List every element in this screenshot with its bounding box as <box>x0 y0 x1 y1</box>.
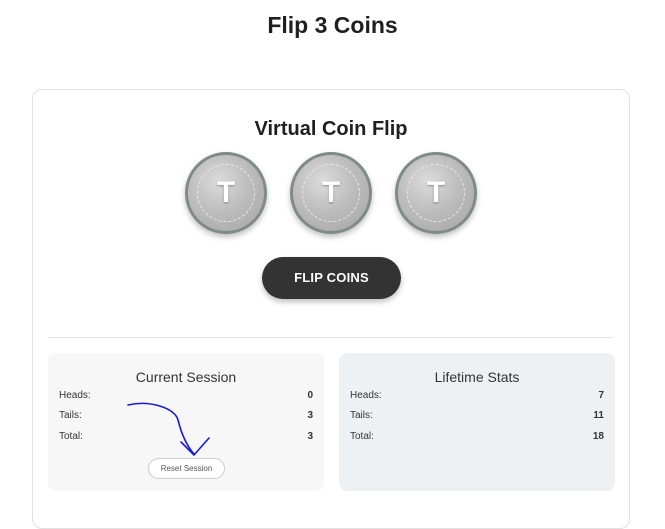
coin-1: T <box>185 152 267 234</box>
current-session-title: Current Session <box>135 369 237 385</box>
stat-row-heads: Heads: 7 <box>350 390 604 404</box>
stat-row-tails: Tails: 3 <box>59 410 313 424</box>
card-title: Virtual Coin Flip <box>254 118 408 140</box>
stat-value: 3 <box>307 431 313 442</box>
stat-row-tails: Tails: 11 <box>350 410 604 424</box>
stat-row-total: Total: 18 <box>350 431 604 445</box>
stat-label: Tails: <box>59 410 82 421</box>
stat-value: 11 <box>593 410 604 421</box>
coin-face-label: T <box>216 176 236 209</box>
stat-value: 0 <box>307 390 313 401</box>
current-session-panel: Current Session Heads: 0 Tails: 3 Total:… <box>48 353 324 491</box>
coin-face-label: T <box>426 176 446 209</box>
stat-label: Total: <box>350 431 374 442</box>
stat-row-total: Total: 3 <box>59 431 313 445</box>
stat-label: Tails: <box>350 410 373 421</box>
coin-3: T <box>395 152 477 234</box>
stat-value: 7 <box>598 390 604 401</box>
divider <box>48 337 614 338</box>
lifetime-stats-title: Lifetime Stats <box>434 369 520 385</box>
page-title: Flip 3 Coins <box>267 12 398 38</box>
stat-value: 3 <box>307 410 313 421</box>
stat-row-heads: Heads: 0 <box>59 390 313 404</box>
stat-label: Total: <box>59 431 83 442</box>
stat-label: Heads: <box>59 390 91 401</box>
stat-value: 18 <box>592 431 604 442</box>
coin-face-label: T <box>321 176 341 209</box>
coin-2: T <box>290 152 372 234</box>
stat-label: Heads: <box>350 390 382 401</box>
flip-coins-button[interactable]: FLIP COINS <box>262 257 401 299</box>
reset-session-button[interactable]: Reset Session <box>148 458 225 479</box>
coin-flip-card: Virtual Coin Flip T T T FLIP COINS Curre… <box>32 89 630 529</box>
lifetime-stats-panel: Lifetime Stats Heads: 7 Tails: 11 Total:… <box>339 353 615 491</box>
